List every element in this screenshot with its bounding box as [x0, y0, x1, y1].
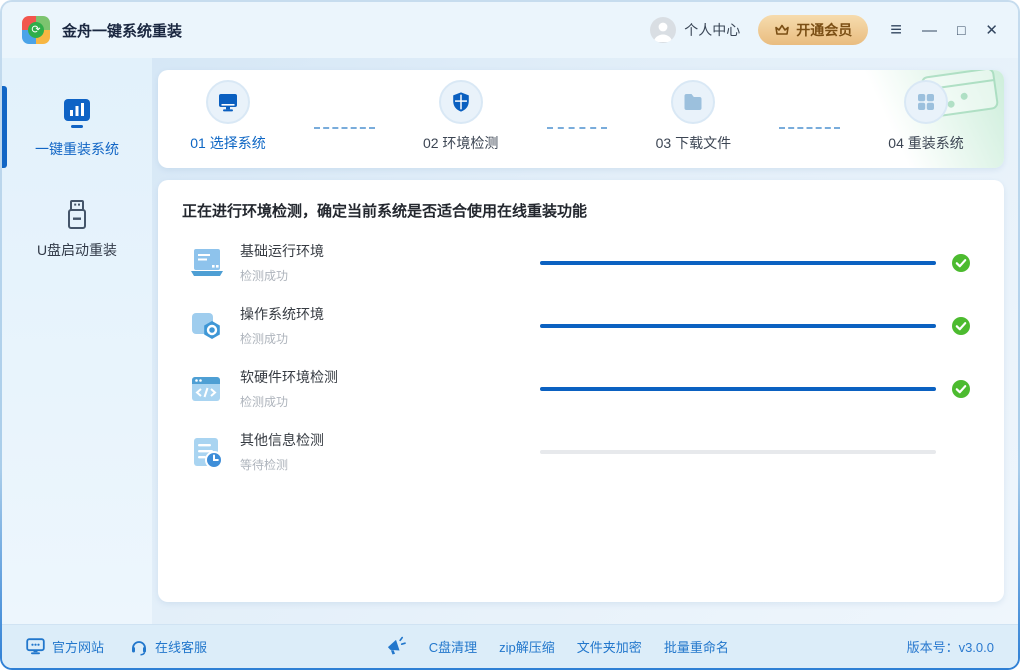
app-logo-icon: ⟳	[22, 16, 50, 44]
body: 一键重装系统 U盘启动重装	[2, 58, 1018, 624]
person-icon	[650, 17, 676, 43]
step-label: 02 环境检测	[423, 133, 498, 153]
check-texts: 基础运行环境 检测成功	[240, 241, 540, 284]
check-row-basic-runtime: 基础运行环境 检测成功	[180, 231, 982, 294]
code-window-icon	[186, 369, 226, 409]
active-indicator	[2, 86, 7, 168]
headset-icon	[130, 638, 148, 656]
website-monitor-icon	[26, 638, 45, 655]
menu-icon[interactable]: ≡	[890, 20, 902, 40]
check-texts: 软硬件环境检测 检测成功	[240, 367, 540, 410]
zip-unzip-link[interactable]: zip解压缩	[499, 637, 555, 656]
sidebar-item-label: 一键重装系统	[35, 139, 119, 159]
step-environment-check: 02 环境检测	[401, 80, 521, 168]
progress-bar	[540, 450, 936, 454]
laptop-icon	[186, 243, 226, 283]
maximize-icon[interactable]: □	[957, 23, 965, 37]
step-label: 03 下载文件	[656, 133, 731, 153]
user-avatar[interactable]	[650, 17, 676, 43]
step-circle	[904, 80, 948, 124]
check-title: 软硬件环境检测	[240, 367, 540, 387]
megaphone-icon	[383, 635, 408, 658]
check-row-os-environment: 操作系统环境 检测成功	[180, 294, 982, 357]
success-check-icon	[952, 254, 970, 272]
official-website-link[interactable]: 官方网站	[26, 637, 104, 656]
refresh-icon: ⟳	[28, 22, 44, 38]
stepper-card: 01 选择系统 02 环境检测	[158, 70, 1004, 168]
sidebar-item-usb-boot-reinstall[interactable]: U盘启动重装	[2, 193, 152, 266]
folder-encrypt-link[interactable]: 文件夹加密	[577, 637, 642, 656]
c-drive-clean-link[interactable]: C盘清理	[429, 637, 477, 656]
step-circle	[439, 80, 483, 124]
grid-icon	[915, 91, 937, 113]
app-window: ⟳ 金舟一键系统重装 个人中心 开通会员 ≡ — □ ✕	[2, 2, 1018, 668]
crown-icon	[774, 23, 790, 37]
version-label: 版本号：v3.0.0	[907, 637, 994, 656]
titlebar: ⟳ 金舟一键系统重装 个人中心 开通会员 ≡ — □ ✕	[2, 2, 1018, 58]
progress-bar	[540, 261, 936, 265]
step-reinstall-system: 04 重装系统	[866, 80, 986, 168]
progress-bar	[540, 387, 936, 391]
check-status: 检测成功	[240, 330, 540, 347]
success-check-icon	[952, 380, 970, 398]
check-texts: 操作系统环境 检测成功	[240, 304, 540, 347]
usb-drive-icon	[62, 199, 92, 231]
window-controls: ≡ — □ ✕	[890, 20, 998, 40]
system-gear-icon	[186, 306, 226, 346]
step-connector	[779, 127, 840, 129]
step-connector	[547, 127, 608, 129]
check-title: 基础运行环境	[240, 241, 540, 261]
minimize-icon[interactable]: —	[922, 23, 937, 38]
footer-tools: C盘清理 zip解压缩 文件夹加密 批量重命名	[385, 637, 729, 657]
step-download-files: 03 下载文件	[633, 80, 753, 168]
step-circle	[671, 80, 715, 124]
document-clock-icon	[186, 432, 226, 472]
online-support-link[interactable]: 在线客服	[130, 637, 207, 656]
environment-check-panel: 正在进行环境检测，确定当前系统是否适合使用在线重装功能 基础运行环境 检测成功	[158, 180, 1004, 602]
check-row-other-info: 其他信息检测 等待检测	[180, 420, 982, 483]
chart-monitor-icon	[60, 98, 94, 130]
user-center-link[interactable]: 个人中心	[684, 20, 740, 40]
shield-icon	[450, 91, 472, 113]
check-row-hardware-software: 软硬件环境检测 检测成功	[180, 357, 982, 420]
progress-bar	[540, 324, 936, 328]
open-vip-button[interactable]: 开通会员	[758, 15, 868, 45]
footer: 官方网站 在线客服 C盘清理 zip解压缩 文件夹加密	[2, 624, 1018, 668]
success-check-icon	[952, 317, 970, 335]
check-status: 检测成功	[240, 393, 540, 410]
sidebar-item-one-click-reinstall[interactable]: 一键重装系统	[2, 92, 152, 165]
step-label: 04 重装系统	[888, 133, 963, 153]
close-icon[interactable]: ✕	[985, 23, 998, 38]
batch-rename-link[interactable]: 批量重命名	[664, 637, 729, 656]
step-connector	[314, 127, 375, 129]
check-texts: 其他信息检测 等待检测	[240, 430, 540, 473]
folder-icon	[682, 91, 704, 113]
app-window-frame: ⟳ 金舟一键系统重装 个人中心 开通会员 ≡ — □ ✕	[0, 0, 1020, 670]
footer-left-links: 官方网站 在线客服	[26, 637, 207, 656]
monitor-icon	[217, 91, 239, 113]
step-circle	[206, 80, 250, 124]
check-status: 检测成功	[240, 267, 540, 284]
titlebar-right: 个人中心 开通会员 ≡ — □ ✕	[650, 15, 998, 45]
check-status: 等待检测	[240, 456, 540, 473]
panel-heading: 正在进行环境检测，确定当前系统是否适合使用在线重装功能	[182, 200, 982, 221]
sidebar-item-label: U盘启动重装	[37, 240, 117, 260]
step-select-system: 01 选择系统	[168, 80, 288, 168]
app-title: 金舟一键系统重装	[62, 20, 182, 41]
check-title: 操作系统环境	[240, 304, 540, 324]
step-label: 01 选择系统	[190, 133, 265, 153]
sidebar: 一键重装系统 U盘启动重装	[2, 58, 152, 624]
main-area: 01 选择系统 02 环境检测	[152, 58, 1018, 624]
check-title: 其他信息检测	[240, 430, 540, 450]
